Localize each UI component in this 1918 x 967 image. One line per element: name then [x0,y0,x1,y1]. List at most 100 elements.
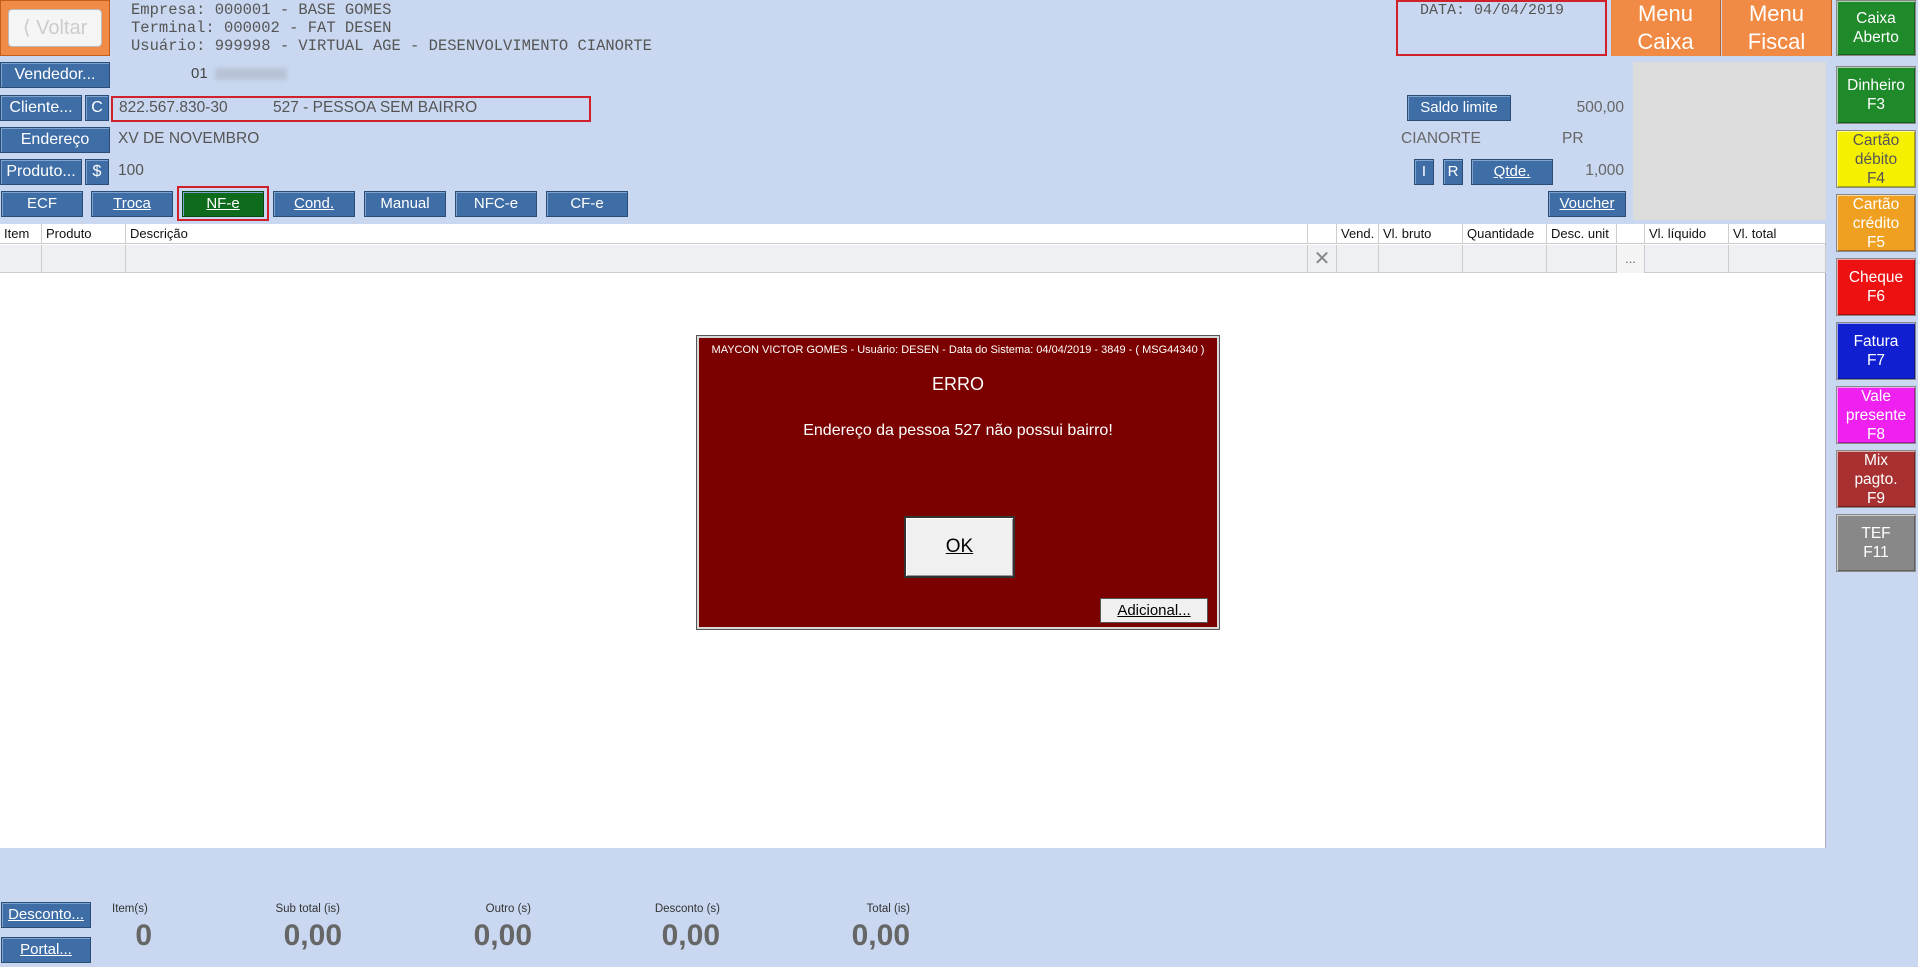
cfe-button[interactable]: CF-e [546,191,628,217]
mix-pagto-label-line: F9 [1866,489,1886,507]
col-desc-unit[interactable]: Desc. unit [1547,224,1617,244]
error-dialog: MAYCON VICTOR GOMES - Usuário: DESEN - D… [696,335,1220,630]
voucher-button[interactable]: Voucher [1548,191,1626,217]
items-label: Item(s) [112,903,148,915]
caixa-aberto-button[interactable]: Caixa Aberto [1836,0,1916,56]
saldo-value: 500,00 [1576,99,1624,116]
mix-pagto-button[interactable]: Mix pagto. F9 [1836,450,1916,508]
caixa-aberto-label-line: Aberto [1853,29,1899,46]
fatura-button[interactable]: Fatura F7 [1836,322,1916,380]
fatura-label-line: Fatura [1853,333,1899,350]
cliente-button[interactable]: Cliente... [0,95,82,121]
cartao-credito-button[interactable]: Cartão crédito F5 [1836,194,1916,252]
col-vl-liquido[interactable]: Vl. líquido [1645,224,1729,244]
state: PR [1562,130,1584,147]
qtde-value: 1,000 [1585,162,1624,179]
subtotal-label: Sub total (is) [275,903,340,915]
cartao-credito-label-line: Cartão [1852,195,1900,213]
r-button[interactable]: R [1443,159,1463,185]
col-vl-bruto[interactable]: Vl. bruto [1379,224,1463,244]
col-vend[interactable]: Vend. [1337,224,1379,244]
mix-pagto-label-line: pagto. [1854,470,1898,488]
dialog-message: Endereço da pessoa 527 não possui bairro… [803,422,1113,439]
endereco-value: XV DE NOVEMBRO [118,130,260,147]
col-item[interactable]: Item [0,224,42,244]
vendedor-name-redacted [215,68,287,80]
dialog-title: MAYCON VICTOR GOMES - Usuário: DESEN - D… [711,344,1205,356]
chevron-left-icon: ⟨ [22,17,31,39]
menu-fiscal-button[interactable]: Menu Fiscal [1722,0,1832,56]
menu-fiscal-line2: Fiscal [1747,29,1806,54]
adicional-button[interactable]: Adicional... [1100,598,1208,623]
cartao-credito-label-line: crédito [1852,214,1900,232]
cliente-doc: 822.567.830-30 [119,99,228,116]
menu-caixa-line2: Caixa [1637,29,1694,54]
ecf-button[interactable]: ECF [1,191,83,217]
terminal-info: Terminal: 000002 - FAT DESEN [131,19,392,37]
vendedor-button[interactable]: Vendedor... [0,62,110,88]
dinheiro-label-line: F3 [1866,96,1886,113]
col-produto[interactable]: Produto [42,224,126,244]
nfe-button[interactable]: NF-e [182,191,264,217]
user-info: Usuário: 999998 - VIRTUAL AGE - DESENVOL… [131,37,652,55]
grid-header: Item Produto Descrição Vend. Vl. bruto Q… [0,224,1826,244]
cliente-field[interactable]: 822.567.830-30 527 - PESSOA SEM BAIRRO [111,96,591,122]
col-vl-total[interactable]: Vl. total [1729,224,1826,244]
mix-pagto-label-line: Mix [1863,451,1889,469]
cond-button[interactable]: Cond. [273,191,355,217]
dinheiro-button[interactable]: Dinheiro F3 [1836,66,1916,124]
vale-presente-label-line: presente [1845,406,1907,424]
produto-button[interactable]: Produto... [0,159,82,185]
date-box: DATA: 04/04/2019 [1396,0,1607,56]
troca-button[interactable]: Troca [91,191,173,217]
table-row[interactable]: ✕ ... [0,245,1826,273]
tef-label-line: TEF [1861,525,1891,542]
i-button[interactable]: I [1414,159,1434,185]
manual-button[interactable]: Manual [364,191,446,217]
cheque-button[interactable]: Cheque F6 [1836,258,1916,316]
vale-presente-label-line: Vale [1861,387,1891,405]
city: CIANORTE [1401,130,1481,147]
desconto-button[interactable]: Desconto... [1,902,91,928]
produto-price-button[interactable]: $ [85,159,109,185]
col-quantidade[interactable]: Quantidade [1463,224,1547,244]
cartao-debito-label-line: F4 [1866,169,1886,187]
desconto-total-label: Desconto (s) [654,903,720,915]
cartao-debito-button[interactable]: Cartão débito F4 [1836,130,1916,188]
dialog-heading: ERRO [931,374,984,394]
back-button[interactable]: ⟨ Voltar [0,0,110,56]
cartao-credito-label-line: F5 [1866,233,1886,251]
cheque-label-line: F6 [1866,288,1886,305]
system-date: DATA: 04/04/2019 [1420,2,1565,19]
vale-presente-button[interactable]: Vale presente F8 [1836,386,1916,444]
subtotal-value: 0,00 [283,919,342,952]
portal-button[interactable]: Portal... [1,937,91,963]
menu-fiscal-line1: Menu [1748,1,1805,26]
total-value: 0,00 [851,919,910,952]
items-value: 0 [135,919,152,952]
col-blank-2 [1617,224,1645,244]
product-image-area [1633,62,1826,220]
company-info: Empresa: 000001 - BASE GOMES [131,1,392,19]
fatura-label-line: F7 [1866,352,1886,369]
cliente-c-button[interactable]: C [85,95,109,121]
cheque-label-line: Cheque [1848,269,1904,286]
tef-button[interactable]: TEF F11 [1836,514,1916,572]
menu-caixa-line1: Menu [1637,1,1694,26]
vale-presente-label-line: F8 [1866,425,1886,443]
col-blank [1308,224,1337,244]
saldo-limite-button[interactable]: Saldo limite [1407,95,1511,121]
total-label: Total (is) [866,903,910,915]
produto-value: 100 [118,162,144,179]
outro-label: Outro (s) [485,903,531,915]
endereco-button[interactable]: Endereço [0,127,110,153]
ok-button[interactable]: OK [904,516,1015,578]
ellipsis-button[interactable]: ... [1617,245,1645,273]
menu-caixa-button[interactable]: Menu Caixa [1611,0,1721,56]
vendedor-code: 01 [191,65,208,82]
col-descricao[interactable]: Descrição [126,224,1308,244]
close-icon[interactable]: ✕ [1308,245,1337,273]
desconto-total-value: 0,00 [661,919,720,952]
nfce-button[interactable]: NFC-e [455,191,537,217]
qtde-button[interactable]: Qtde. [1471,159,1553,185]
